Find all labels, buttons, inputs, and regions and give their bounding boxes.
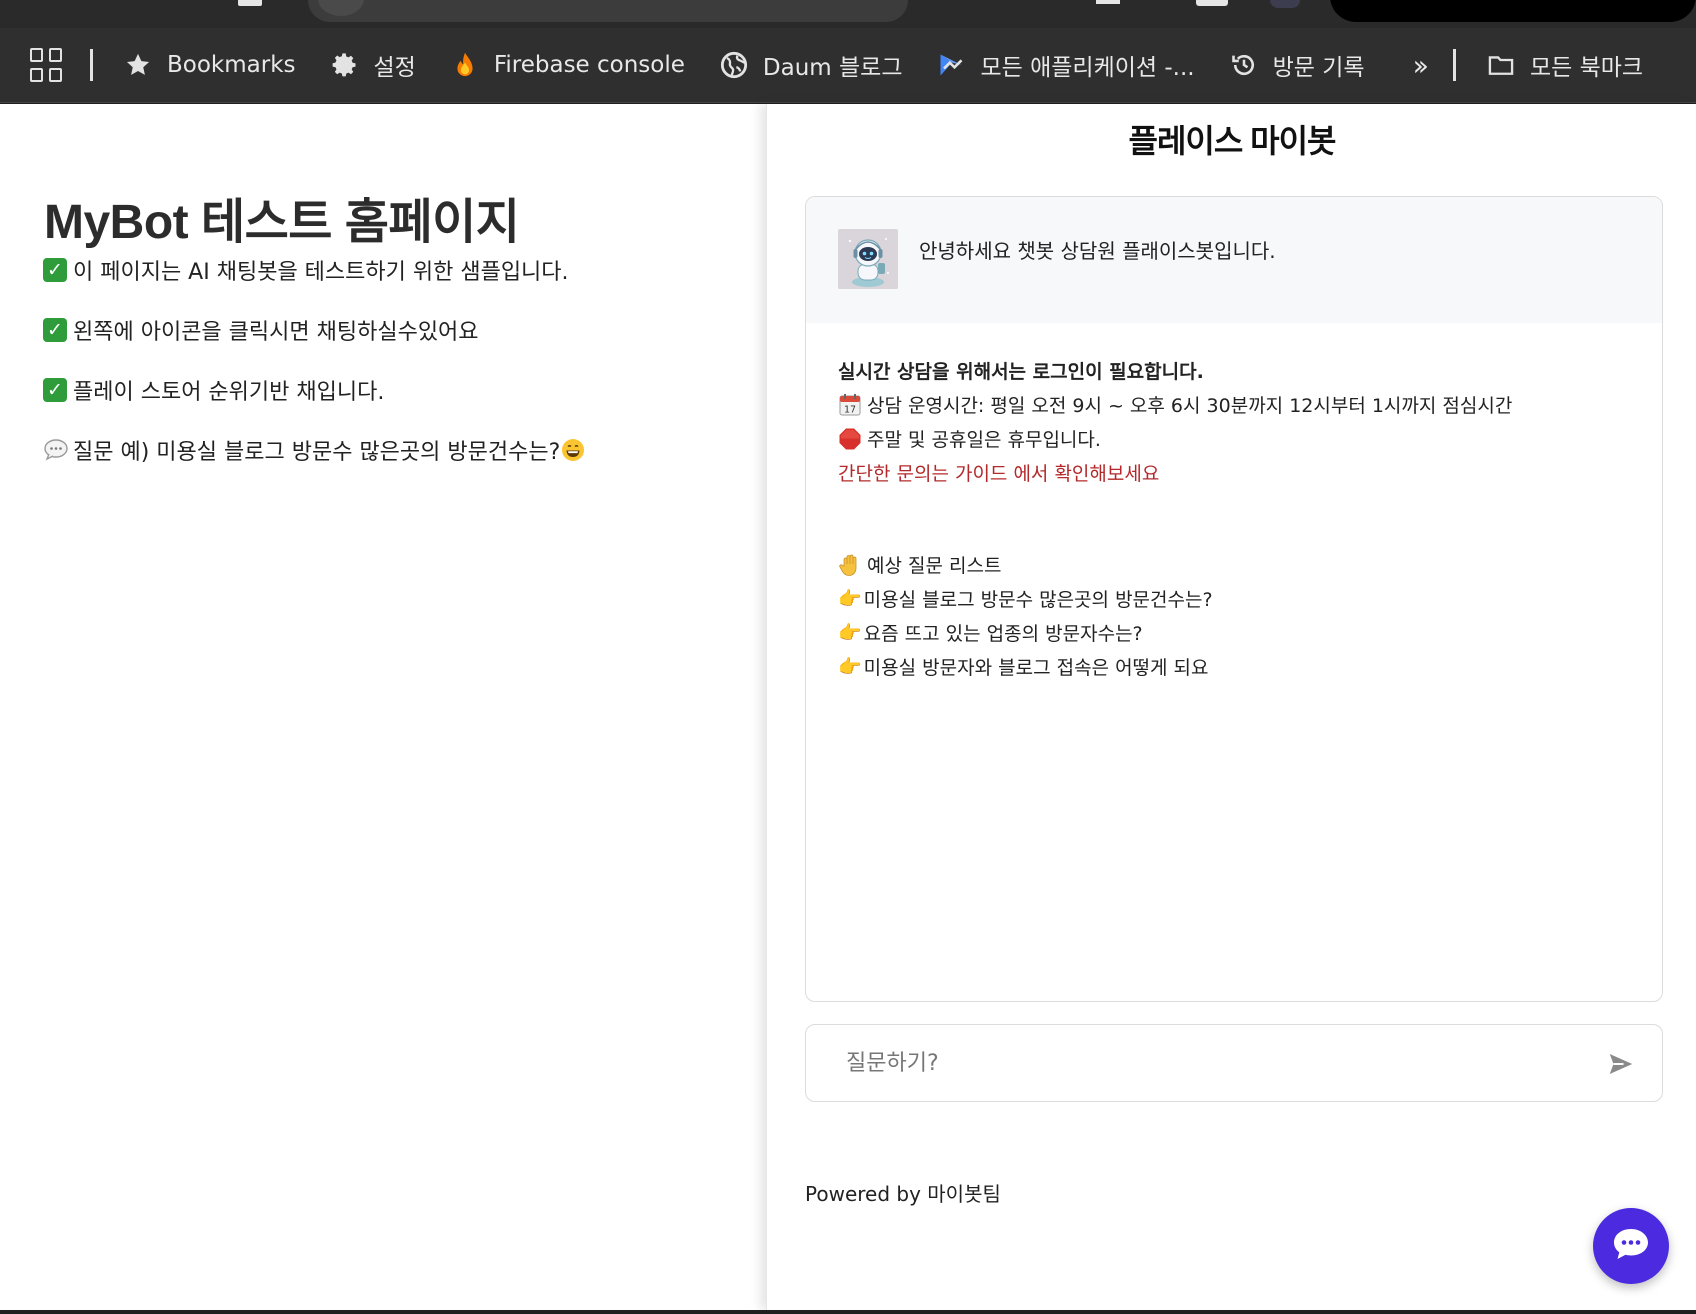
bookmark-label: Firebase console [493, 52, 685, 78]
question-example: 질문 예) 미용실 블로그 방문수 많은곳의 방문건수는? [43, 434, 585, 466]
pointing-hand-icon: 👉 [838, 588, 862, 610]
chat-messages[interactable]: 안녕하세요 챗봇 상담원 플래이스봇입니다. 실시간 상담을 위해서는 로그인이… [805, 196, 1663, 1002]
check-icon: ✓ [43, 378, 67, 402]
calendar-icon: 17 [838, 393, 862, 417]
bookmark-label: 방문 기록 [1272, 55, 1365, 81]
login-notice: 실시간 상담을 위해서는 로그인이 필요합니다. [838, 361, 1204, 383]
tab-icon[interactable] [238, 0, 262, 6]
globe-icon [719, 50, 749, 80]
guide-link[interactable]: 간단한 문의는 가이드 에서 확인해보세요 [838, 459, 1159, 486]
faq-item[interactable]: 👉 미용실 방문자와 블로그 접속은 어떻게 되요 [838, 653, 1209, 680]
bookmarks-overflow-chevron-icon[interactable]: ›› [1413, 49, 1430, 82]
chat-input-box [805, 1024, 1663, 1102]
homepage-content: MyBot 테스트 홈페이지 ✓ 이 페이지는 AI 채팅봇을 테스트하기 위한… [0, 104, 766, 1310]
faq-item[interactable]: 👉 요즘 뜨고 있는 업종의 방문자수는? [838, 619, 1143, 646]
bot-greeting: 안녕하세요 챗봇 상담원 플래이스봇입니다. [806, 197, 1662, 323]
pointing-hand-icon: 👉 [838, 622, 862, 644]
toolbar-icon[interactable] [1196, 0, 1228, 6]
window-bottom-edge [0, 1310, 1696, 1314]
faq-item[interactable]: 👉 미용실 블로그 방문수 많은곳의 방문건수는? [838, 585, 1213, 612]
profile-avatar[interactable] [1270, 0, 1300, 8]
faq-item-text: 요즘 뜨고 있는 업종의 방문자수는? [863, 623, 1143, 645]
bookmarks-divider [90, 49, 93, 81]
firebase-icon [450, 50, 480, 80]
hours-text: 상담 운영시간: 평일 오전 9시 ~ 오후 6시 30분까지 12시부터 1시… [867, 395, 1513, 417]
toolbar-pill[interactable] [1330, 0, 1696, 22]
speech-bubble-icon [43, 438, 69, 462]
apps-grid-icon[interactable] [30, 48, 64, 82]
smile-emoji-icon [561, 438, 585, 462]
page-title: MyBot 테스트 홈페이지 [44, 196, 520, 249]
chat-title: 플레이스 마이봇 [1128, 123, 1337, 159]
history-icon [1229, 50, 1259, 80]
info-line-text: 왼쪽에 아이콘을 클릭시면 채팅하실수있어요 [73, 320, 479, 345]
faq-header: 예상 질문 리스트 [838, 551, 1001, 578]
svg-text:17: 17 [844, 404, 856, 415]
bookmark-history[interactable]: 방문 기록 [1229, 48, 1365, 82]
question-example-text: 질문 예) 미용실 블로그 방문수 많은곳의 방문건수는? [73, 440, 561, 465]
pointing-hand-icon: 👉 [838, 656, 862, 678]
holiday-text: 주말 및 공휴일은 휴무입니다. [867, 429, 1101, 451]
address-bar[interactable] [308, 0, 908, 22]
faq-item-text: 미용실 블로그 방문수 많은곳의 방문건수는? [863, 589, 1213, 611]
hours-line: 17 상담 운영시간: 평일 오전 9시 ~ 오후 6시 30분까지 12시부터… [838, 391, 1512, 418]
page-viewport: MyBot 테스트 홈페이지 ✓ 이 페이지는 AI 채팅봇을 테스트하기 위한… [0, 104, 1696, 1310]
stop-sign-icon [838, 427, 862, 451]
bookmark-label: Daum 블로그 [762, 55, 903, 81]
raised-hand-icon [838, 553, 862, 577]
info-line-text: 플레이 스토어 순위기반 채입니다. [73, 380, 385, 405]
chat-bubble-icon [1611, 1226, 1651, 1266]
bookmark-bookmarks[interactable]: Bookmarks [123, 50, 296, 80]
check-icon: ✓ [43, 258, 67, 282]
bookmark-label: 모든 북마크 [1529, 55, 1644, 81]
bookmarks-divider [1452, 49, 1456, 81]
holiday-line: 주말 및 공휴일은 휴무입니다. [838, 425, 1101, 452]
faq-item-text: 미용실 방문자와 블로그 접속은 어떻게 되요 [863, 657, 1209, 679]
bookmarks-bar: Bookmarks 설정 Firebase console Daum 블로그 모… [0, 28, 1696, 103]
greeting-text: 안녕하세요 챗봇 상담원 플래이스봇입니다. [919, 239, 1276, 263]
info-line: ✓ 이 페이지는 AI 채팅봇을 테스트하기 위한 샘플입니다. [43, 254, 569, 286]
check-icon: ✓ [43, 318, 67, 342]
star-icon [123, 50, 153, 80]
powered-by: Powered by 마이봇팀 [805, 1182, 1001, 1206]
bot-avatar [838, 229, 898, 289]
browser-tab-strip [0, 0, 1696, 28]
info-line: ✓ 왼쪽에 아이콘을 클릭시면 채팅하실수있어요 [43, 314, 479, 346]
chat-input[interactable] [846, 1043, 1546, 1083]
info-line: ✓ 플레이 스토어 순위기반 채입니다. [43, 374, 384, 406]
bookmark-settings[interactable]: 설정 [330, 48, 416, 82]
bookmark-label: Bookmarks [167, 52, 296, 78]
folder-icon [1486, 50, 1516, 80]
send-icon[interactable] [1606, 1049, 1636, 1079]
bookmark-all-bookmarks[interactable]: 모든 북마크 [1486, 48, 1643, 82]
gear-icon [330, 50, 360, 80]
bookmark-label: 설정 [373, 55, 416, 81]
chat-launcher-button[interactable] [1593, 1208, 1669, 1284]
info-line-text: 이 페이지는 AI 채팅봇을 테스트하기 위한 샘플입니다. [73, 260, 569, 285]
bookmark-label: 모든 애플리케이션 -... [980, 55, 1195, 81]
bookmark-daum-blog[interactable]: Daum 블로그 [719, 48, 903, 82]
bookmark-all-apps[interactable]: 모든 애플리케이션 -... [936, 48, 1195, 82]
faq-header-text: 예상 질문 리스트 [867, 555, 1002, 577]
app-icon [936, 50, 966, 80]
chat-panel: 플레이스 마이봇 안녕하세요 챗봇 상담원 플래이스봇입니다. 실시간 상담을 … [766, 104, 1696, 1310]
toolbar-icon[interactable] [1096, 0, 1120, 4]
bookmark-firebase[interactable]: Firebase console [450, 50, 685, 80]
